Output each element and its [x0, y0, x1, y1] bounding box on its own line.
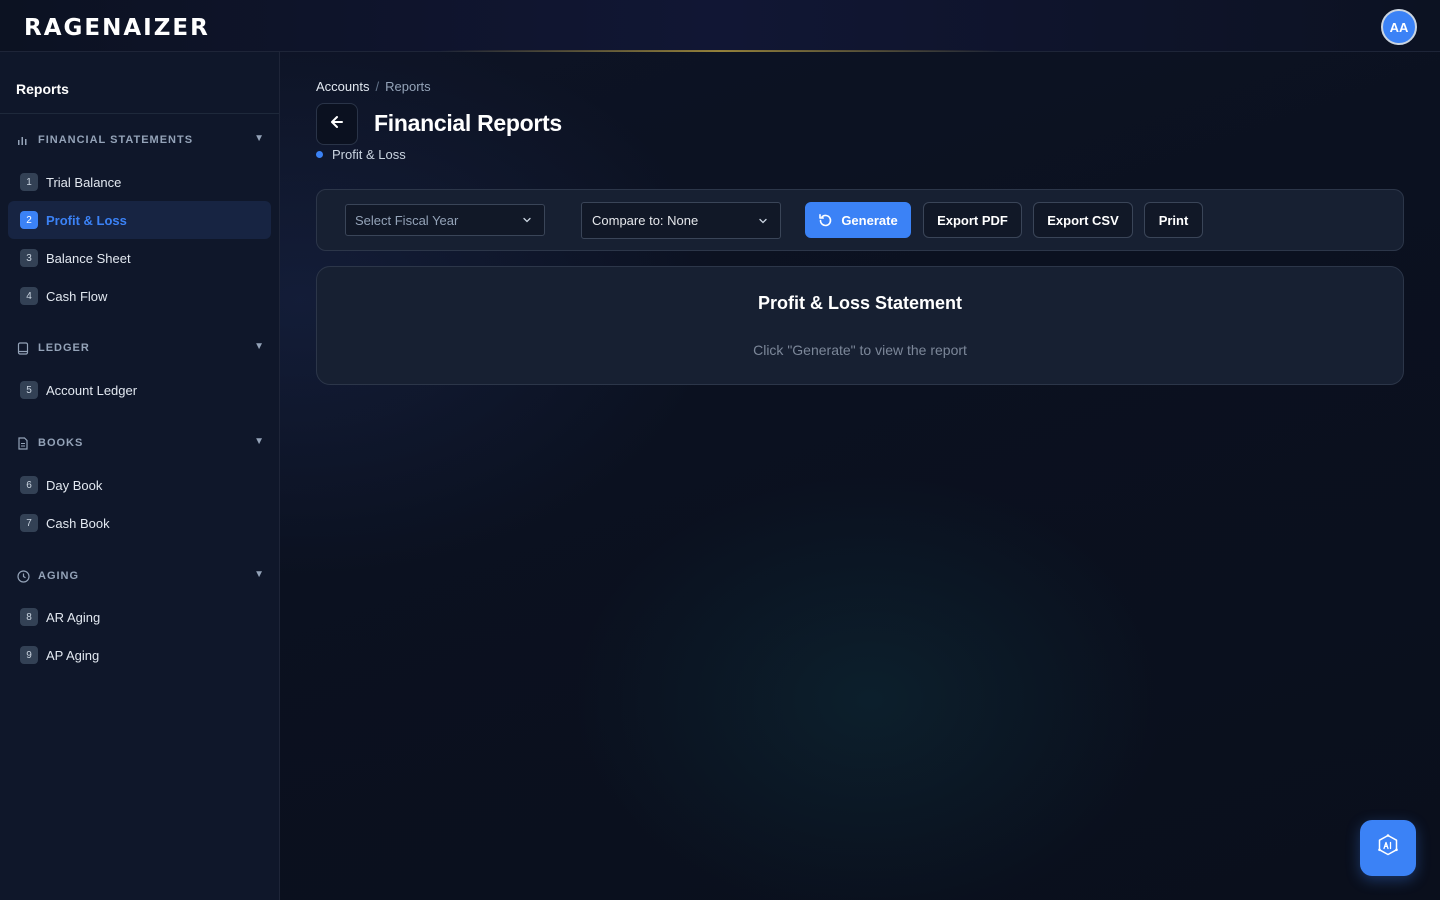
sidebar-item-profit-loss[interactable]: 2 Profit & Loss	[8, 201, 271, 239]
item-number-badge: 4	[20, 287, 38, 305]
chevron-down-icon	[757, 215, 769, 230]
item-number-badge: 8	[20, 608, 38, 626]
section-label: BOOKS	[38, 437, 84, 449]
section-ledger[interactable]: LEDGER ▼	[0, 338, 280, 358]
item-number-badge: 6	[20, 476, 38, 494]
sidebar-item-label: Trial Balance	[46, 174, 122, 190]
section-label: AGING	[38, 570, 80, 582]
section-label: FINANCIAL STATEMENTS	[38, 134, 194, 146]
sidebar-item-label: AP Aging	[46, 647, 100, 663]
item-number-badge: 5	[20, 381, 38, 399]
topbar-glow-divider	[440, 50, 1000, 52]
fiscal-year-select[interactable]: Select Fiscal Year	[345, 204, 545, 236]
section-aging[interactable]: AGING ▼	[0, 566, 280, 586]
document-icon	[16, 436, 30, 450]
sidebar: Reports FINANCIAL STATEMENTS ▼ 1 Trial B…	[0, 52, 280, 900]
ai-assistant-button[interactable]	[1360, 820, 1416, 876]
compare-value: Compare to: None	[592, 213, 699, 228]
sidebar-item-label: Balance Sheet	[46, 250, 131, 266]
back-button[interactable]	[316, 103, 358, 145]
refresh-icon	[818, 213, 833, 228]
generate-label: Generate	[841, 212, 898, 228]
generate-button[interactable]: Generate	[805, 202, 911, 238]
chevron-down-icon[interactable]: ▼	[254, 436, 264, 447]
app-logo[interactable]: RAGENAIZER	[24, 15, 210, 41]
print-button[interactable]: Print	[1144, 202, 1203, 238]
sidebar-item-day-book[interactable]: 6 Day Book	[8, 466, 271, 504]
page-subtitle: Profit & Loss	[316, 147, 406, 162]
section-financial-statements[interactable]: FINANCIAL STATEMENTS ▼	[0, 130, 280, 150]
sidebar-item-label: AR Aging	[46, 609, 101, 625]
sidebar-item-cash-flow[interactable]: 4 Cash Flow	[8, 277, 271, 315]
arrow-left-icon	[329, 114, 345, 135]
breadcrumb-separator: /	[375, 79, 380, 94]
sidebar-item-label: Profit & Loss	[46, 212, 127, 228]
report-title: Profit & Loss Statement	[757, 293, 963, 313]
sidebar-item-label: Account Ledger	[46, 382, 138, 398]
item-number-badge: 9	[20, 646, 38, 664]
ai-assistant-icon	[1375, 833, 1401, 864]
export-pdf-button[interactable]: Export PDF	[923, 202, 1022, 238]
section-label: LEDGER	[38, 342, 90, 354]
book-icon	[16, 341, 30, 355]
fiscal-year-placeholder: Select Fiscal Year	[355, 212, 459, 228]
item-number-badge: 1	[20, 173, 38, 191]
report-empty-hint: Click "Generate" to view the report	[753, 342, 967, 358]
export-csv-button[interactable]: Export CSV	[1033, 202, 1133, 238]
status-dot	[316, 151, 323, 158]
top-bar: RAGENAIZER AA	[0, 0, 1440, 52]
sidebar-item-ar-aging[interactable]: 8 AR Aging	[8, 598, 271, 636]
sidebar-item-label: Cash Book	[46, 515, 110, 531]
item-number-badge: 3	[20, 249, 38, 267]
item-number-badge: 2	[20, 211, 38, 229]
sidebar-item-account-ledger[interactable]: 5 Account Ledger	[8, 371, 271, 409]
chevron-down-icon	[521, 214, 533, 229]
clock-icon	[16, 569, 30, 583]
user-avatar[interactable]: AA	[1381, 9, 1417, 45]
report-card: Profit & Loss Statement Click "Generate"…	[316, 266, 1404, 385]
breadcrumb-reports: Reports	[385, 79, 431, 94]
chevron-down-icon[interactable]: ▼	[254, 569, 264, 580]
sidebar-item-label: Cash Flow	[46, 288, 108, 304]
chevron-down-icon[interactable]: ▼	[254, 341, 264, 352]
sidebar-item-balance-sheet[interactable]: 3 Balance Sheet	[8, 239, 271, 277]
compare-select[interactable]: Compare to: None	[581, 202, 781, 239]
section-books[interactable]: BOOKS ▼	[0, 433, 280, 453]
bar-chart-icon	[16, 133, 30, 147]
report-toolbar: Select Fiscal Year Compare to: None Gene…	[316, 189, 1404, 251]
sidebar-item-trial-balance[interactable]: 1 Trial Balance	[8, 163, 271, 201]
chevron-down-icon[interactable]: ▼	[254, 133, 264, 144]
breadcrumb-accounts[interactable]: Accounts	[316, 79, 369, 94]
breadcrumb: Accounts / Reports	[316, 79, 431, 94]
item-number-badge: 7	[20, 514, 38, 532]
sidebar-item-ap-aging[interactable]: 9 AP Aging	[8, 636, 271, 674]
subtitle-label: Profit & Loss	[332, 147, 406, 162]
sidebar-item-label: Day Book	[46, 477, 103, 493]
page-title: Financial Reports	[374, 110, 562, 136]
sidebar-item-cash-book[interactable]: 7 Cash Book	[8, 504, 271, 542]
sidebar-title: Reports	[0, 52, 279, 114]
